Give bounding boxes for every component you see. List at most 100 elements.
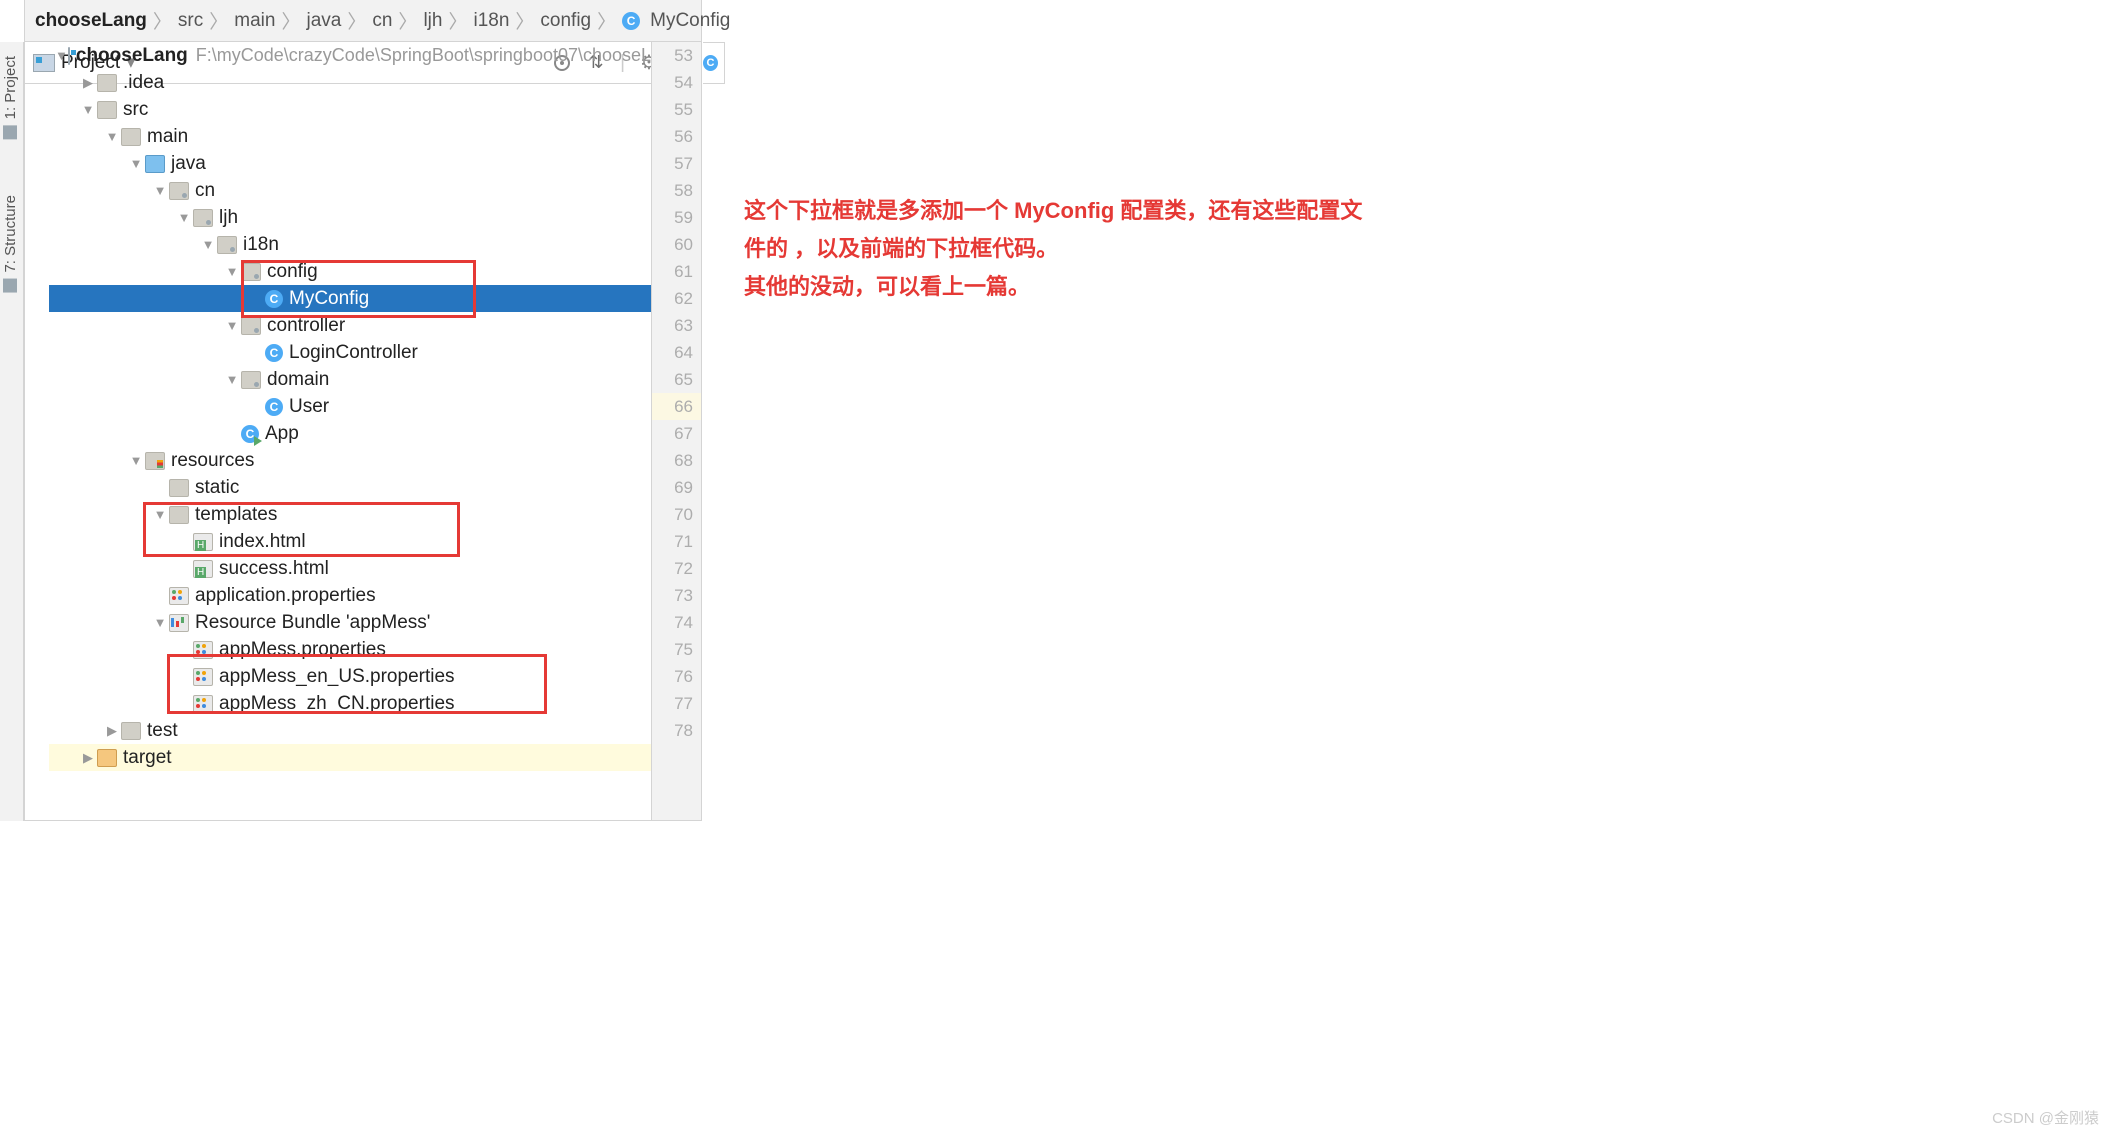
tree-node[interactable]: LoginController bbox=[49, 339, 651, 366]
node-path: F:\myCode\crazyCode\SpringBoot\springboo… bbox=[196, 45, 651, 66]
chevron-right-icon: 〉 bbox=[347, 7, 366, 34]
breadcrumb-item[interactable]: main bbox=[234, 10, 275, 32]
node-label: App bbox=[265, 423, 299, 445]
breadcrumb-item[interactable]: MyConfig bbox=[622, 10, 730, 32]
properties-file-icon bbox=[193, 668, 213, 686]
runnable-class-icon bbox=[241, 425, 259, 443]
gutter-line-number: 66 bbox=[652, 393, 701, 420]
tree-node[interactable]: java bbox=[49, 150, 651, 177]
folder-icon bbox=[97, 74, 117, 92]
breadcrumb-item[interactable]: java bbox=[306, 10, 341, 32]
editor-gutter: 5354555657585960616263646566676869707172… bbox=[651, 42, 701, 820]
node-label: index.html bbox=[219, 531, 306, 553]
tree-node[interactable]: appMess_zh_CN.properties bbox=[49, 690, 651, 717]
node-label: config bbox=[267, 261, 318, 283]
breadcrumb-item[interactable]: ljh bbox=[423, 10, 442, 32]
project-tree[interactable]: chooseLangF:\myCode\crazyCode\SpringBoot… bbox=[49, 42, 651, 820]
breadcrumb-item[interactable]: i18n bbox=[473, 10, 509, 32]
bundle-icon bbox=[169, 614, 189, 632]
class-icon bbox=[265, 290, 283, 308]
package-icon bbox=[193, 209, 213, 227]
excluded-folder-icon bbox=[97, 749, 117, 767]
tree-node[interactable]: application.properties bbox=[49, 582, 651, 609]
tree-node[interactable]: config bbox=[49, 258, 651, 285]
tree-node[interactable]: i18n bbox=[49, 231, 651, 258]
properties-file-icon bbox=[193, 695, 213, 713]
tree-node[interactable]: templates bbox=[49, 501, 651, 528]
annotation-line: 这个下拉框就是多添加一个 MyConfig 配置类，还有这些配置文 bbox=[744, 192, 1544, 230]
chevron-right-icon: 〉 bbox=[209, 7, 228, 34]
annotation-line: 件的 ，以及前端的下拉框代码。 bbox=[744, 230, 1544, 268]
breadcrumb-label: MyConfig bbox=[650, 10, 730, 32]
gutter-line-number: 78 bbox=[652, 717, 701, 744]
editor-tab-peek[interactable] bbox=[703, 42, 725, 84]
node-label: cn bbox=[195, 180, 215, 202]
tree-node[interactable]: index.html bbox=[49, 528, 651, 555]
node-label: Resource Bundle 'appMess' bbox=[195, 612, 430, 634]
node-label: resources bbox=[171, 450, 254, 472]
tree-node[interactable]: Resource Bundle 'appMess' bbox=[49, 609, 651, 636]
breadcrumb-item[interactable]: chooseLang bbox=[35, 10, 147, 32]
tree-node-selected[interactable]: MyConfig bbox=[49, 285, 651, 312]
gutter-line-number: 75 bbox=[652, 636, 701, 663]
node-label: appMess_en_US.properties bbox=[219, 666, 455, 688]
folder-icon bbox=[121, 722, 141, 740]
chevron-right-icon: 〉 bbox=[515, 7, 534, 34]
tree-node[interactable]: .idea bbox=[49, 69, 651, 96]
source-folder-icon bbox=[145, 155, 165, 173]
ide-panel: chooseLang 〉 src 〉 main 〉 java 〉 cn 〉 ljh 〉 i1… bbox=[24, 0, 702, 821]
gutter-line-number: 77 bbox=[652, 690, 701, 717]
tree-node-root[interactable]: chooseLangF:\myCode\crazyCode\SpringBoot… bbox=[49, 42, 651, 69]
package-icon bbox=[217, 236, 237, 254]
tree-node[interactable]: target bbox=[49, 744, 651, 771]
folder-icon bbox=[4, 125, 18, 139]
tree-node[interactable]: resources bbox=[49, 447, 651, 474]
node-label: LoginController bbox=[289, 342, 418, 364]
node-label: src bbox=[123, 99, 148, 121]
gutter-line-number: 58 bbox=[652, 177, 701, 204]
node-label: test bbox=[147, 720, 178, 742]
folder-icon bbox=[97, 101, 117, 119]
tree-node[interactable]: static bbox=[49, 474, 651, 501]
tree-node[interactable]: appMess_en_US.properties bbox=[49, 663, 651, 690]
tree-node[interactable]: main bbox=[49, 123, 651, 150]
chevron-right-icon: 〉 bbox=[597, 7, 616, 34]
package-icon bbox=[241, 263, 261, 281]
chevron-right-icon: 〉 bbox=[281, 7, 300, 34]
html-file-icon bbox=[193, 533, 213, 551]
gutter-line-number: 55 bbox=[652, 96, 701, 123]
node-label: appMess_zh_CN.properties bbox=[219, 693, 455, 715]
tree-node[interactable]: success.html bbox=[49, 555, 651, 582]
breadcrumb-item[interactable]: src bbox=[178, 10, 203, 32]
breadcrumb-item[interactable]: config bbox=[540, 10, 591, 32]
sidetab-project[interactable]: 1: Project bbox=[0, 48, 21, 147]
node-label: User bbox=[289, 396, 329, 418]
tree-node[interactable]: controller bbox=[49, 312, 651, 339]
watermark: CSDN @金刚猿 bbox=[1992, 1107, 2099, 1128]
gutter-line-number: 62 bbox=[652, 285, 701, 312]
class-icon bbox=[622, 12, 640, 30]
tree-node[interactable]: domain bbox=[49, 366, 651, 393]
package-icon bbox=[169, 182, 189, 200]
gutter-line-number: 67 bbox=[652, 420, 701, 447]
package-icon bbox=[241, 371, 261, 389]
gutter-line-number: 72 bbox=[652, 555, 701, 582]
gutter-line-number: 53 bbox=[652, 42, 701, 69]
tree-node[interactable]: appMess.properties bbox=[49, 636, 651, 663]
class-icon bbox=[265, 398, 283, 416]
tree-node[interactable]: cn bbox=[49, 177, 651, 204]
sidetab-structure-label: 7: Structure bbox=[2, 195, 19, 273]
tree-node[interactable]: ljh bbox=[49, 204, 651, 231]
gutter-line-number: 59 bbox=[652, 204, 701, 231]
breadcrumb-item[interactable]: cn bbox=[372, 10, 392, 32]
gutter-line-number: 60 bbox=[652, 231, 701, 258]
tree-node[interactable]: App bbox=[49, 420, 651, 447]
tree-node[interactable]: src bbox=[49, 96, 651, 123]
node-label: main bbox=[147, 126, 188, 148]
tree-node[interactable]: User bbox=[49, 393, 651, 420]
tree-node[interactable]: test bbox=[49, 717, 651, 744]
chevron-right-icon: 〉 bbox=[398, 7, 417, 34]
gutter-line-number: 63 bbox=[652, 312, 701, 339]
sidetab-structure[interactable]: 7: Structure bbox=[0, 187, 21, 301]
gutter-line-number: 56 bbox=[652, 123, 701, 150]
